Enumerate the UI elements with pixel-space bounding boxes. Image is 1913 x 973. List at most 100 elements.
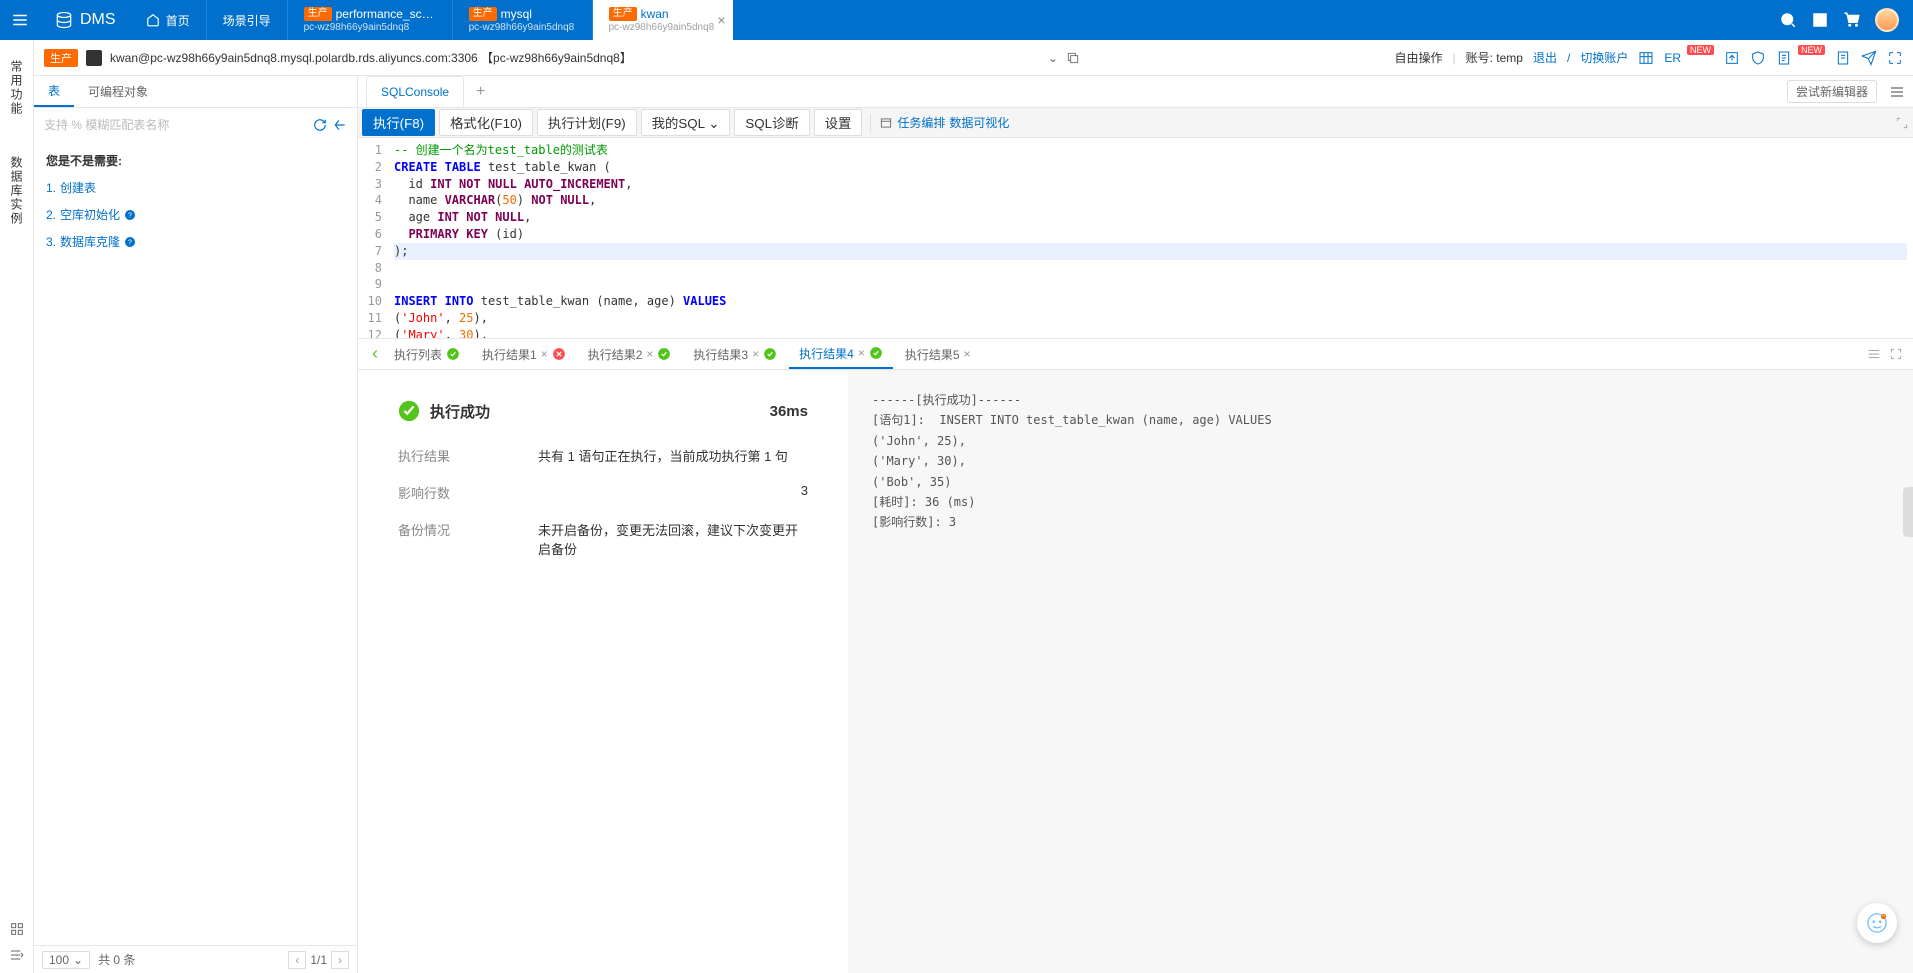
tab-db-sub: pc-wz98h66y9ain5dnq8 bbox=[609, 22, 716, 33]
hamburger-icon bbox=[11, 11, 29, 29]
account-label: 账号: temp bbox=[1466, 49, 1523, 66]
result-log: ------[执行成功]------ [语句1]: INSERT INTO te… bbox=[848, 370, 1913, 973]
list-icon[interactable] bbox=[1835, 50, 1851, 66]
rows-value: 3 bbox=[538, 483, 808, 502]
tab-table[interactable]: 表 bbox=[34, 76, 74, 107]
result-tab-3[interactable]: 执行结果3× bbox=[683, 339, 787, 369]
tab-db-sub: pc-wz98h66y9ain5dnq8 bbox=[304, 22, 436, 33]
left-panel: 表 可编程对象 您是不是需要: 1.创建表 2.空库初始化? 3.数据库克隆? … bbox=[34, 76, 358, 973]
result-tab-list[interactable]: 执行列表 bbox=[384, 339, 470, 369]
side-handle[interactable] bbox=[1903, 487, 1913, 537]
need-item-clone[interactable]: 3.数据库克隆? bbox=[46, 233, 345, 250]
copy-icon[interactable] bbox=[1066, 51, 1080, 65]
menu-icon[interactable] bbox=[1889, 84, 1905, 100]
rail-common[interactable]: 常用功能 bbox=[8, 60, 25, 116]
need-item-create-table[interactable]: 1.创建表 bbox=[46, 179, 345, 196]
result-tab-4[interactable]: 执行结果4× bbox=[789, 339, 893, 369]
left-panel-content: 您是不是需要: 1.创建表 2.空库初始化? 3.数据库克隆? bbox=[34, 142, 357, 270]
collapse-icon[interactable] bbox=[9, 947, 25, 963]
doc-icon[interactable] bbox=[1776, 50, 1792, 66]
next-page-button[interactable]: › bbox=[331, 951, 349, 969]
pager: ‹ 1/1 › bbox=[288, 951, 349, 969]
tab-home-label: 首页 bbox=[166, 12, 190, 29]
db-icon bbox=[86, 50, 102, 66]
home-icon bbox=[146, 13, 160, 27]
right-panel: SQLConsole + 尝试新编辑器 执行(F8) 格式化(F10) 执行计划… bbox=[358, 76, 1913, 973]
search-icon[interactable] bbox=[1779, 11, 1797, 29]
cart-icon[interactable] bbox=[1843, 11, 1861, 29]
editor-code[interactable]: -- 创建一个名为test_table的测试表CREATE TABLE test… bbox=[388, 138, 1913, 338]
close-icon[interactable]: × bbox=[752, 347, 759, 361]
new-badge: NEW bbox=[1798, 45, 1825, 55]
back-icon[interactable] bbox=[333, 118, 347, 132]
close-icon[interactable]: × bbox=[541, 347, 548, 361]
editor-tabs: SQLConsole + 尝试新编辑器 bbox=[358, 76, 1913, 108]
expand-icon[interactable] bbox=[1895, 116, 1909, 130]
chevron-down-icon[interactable]: ⌄ bbox=[1048, 51, 1058, 65]
logo[interactable]: DMS bbox=[40, 10, 130, 30]
check-icon bbox=[657, 347, 671, 361]
refresh-icon[interactable] bbox=[313, 118, 327, 132]
help-icon[interactable]: ? bbox=[124, 236, 136, 248]
need-item-init[interactable]: 2.空库初始化? bbox=[46, 206, 345, 223]
table-icon[interactable] bbox=[1638, 50, 1654, 66]
result-tab-2[interactable]: 执行结果2× bbox=[578, 339, 682, 369]
tab-db-performance[interactable]: 生产performance_schema pc-wz98h66y9ain5dnq… bbox=[288, 0, 453, 40]
close-icon[interactable]: × bbox=[717, 12, 725, 28]
env-badge: 生产 bbox=[469, 7, 497, 21]
tab-home[interactable]: 首页 bbox=[130, 0, 207, 40]
prev-page-button[interactable]: ‹ bbox=[288, 951, 306, 969]
result-tab-1[interactable]: 执行结果1× bbox=[472, 339, 576, 369]
viz-link[interactable]: 数据可视化 bbox=[949, 114, 1009, 131]
format-button[interactable]: 格式化(F10) bbox=[439, 109, 533, 136]
left-panel-footer: 100 ⌄ 共 0 条 ‹ 1/1 › bbox=[34, 945, 357, 973]
task-link[interactable]: 任务编排 bbox=[897, 114, 945, 131]
content: 生产 kwan@pc-wz98h66y9ain5dnq8.mysql.polar… bbox=[34, 40, 1913, 973]
tab-sql-console[interactable]: SQLConsole bbox=[366, 76, 464, 107]
page-size-select[interactable]: 100 ⌄ bbox=[42, 951, 90, 969]
exec-time: 36ms bbox=[770, 403, 808, 420]
tab-db-kwan[interactable]: 生产kwan pc-wz98h66y9ain5dnq8 × bbox=[593, 0, 733, 40]
result-tab-5[interactable]: 执行结果5× bbox=[895, 339, 981, 369]
grid-icon[interactable] bbox=[9, 921, 25, 937]
env-badge: 生产 bbox=[304, 7, 332, 21]
assistant-button[interactable] bbox=[1857, 903, 1897, 943]
diag-button[interactable]: SQL诊断 bbox=[734, 109, 809, 136]
fullscreen-icon[interactable] bbox=[1887, 50, 1903, 66]
help-icon[interactable]: ? bbox=[124, 209, 136, 221]
connection-bar: 生产 kwan@pc-wz98h66y9ain5dnq8.mysql.polar… bbox=[34, 40, 1913, 76]
tab-programmable[interactable]: 可编程对象 bbox=[74, 76, 162, 107]
export-icon[interactable] bbox=[1724, 50, 1740, 66]
tab-db-mysql[interactable]: 生产mysql pc-wz98h66y9ain5dnq8 bbox=[453, 0, 593, 40]
sql-editor[interactable]: 1234567891011121314151617 -- 创建一个名为test_… bbox=[358, 138, 1913, 338]
close-icon[interactable]: × bbox=[964, 347, 971, 361]
try-editor-button[interactable]: 尝试新编辑器 bbox=[1787, 80, 1877, 103]
plan-button[interactable]: 执行计划(F9) bbox=[537, 109, 637, 136]
tab-guide[interactable]: 场景引导 bbox=[207, 0, 288, 40]
switch-link[interactable]: 切换账户 bbox=[1580, 49, 1628, 66]
window-icon[interactable] bbox=[1811, 11, 1829, 29]
chevron-down-icon: ⌄ bbox=[73, 953, 83, 967]
settings-button[interactable]: 设置 bbox=[814, 109, 863, 136]
avatar[interactable] bbox=[1875, 8, 1899, 32]
rail-dbinstance[interactable]: 数据库实例 bbox=[8, 156, 25, 226]
need-label: 您是不是需要: bbox=[46, 152, 345, 169]
search-input[interactable] bbox=[44, 114, 307, 136]
check-icon bbox=[869, 346, 883, 360]
shield-icon[interactable] bbox=[1750, 50, 1766, 66]
send-icon[interactable] bbox=[1861, 50, 1877, 66]
menu-icon[interactable] bbox=[1867, 347, 1881, 361]
run-button[interactable]: 执行(F8) bbox=[362, 109, 435, 136]
table-search bbox=[34, 108, 357, 142]
er-link[interactable]: ER bbox=[1664, 51, 1681, 65]
expand-icon[interactable] bbox=[1889, 347, 1903, 361]
add-tab-button[interactable]: + bbox=[468, 83, 493, 101]
mysql-button[interactable]: 我的SQL ⌄ bbox=[641, 109, 731, 136]
page-indicator: 1/1 bbox=[310, 953, 327, 967]
logout-link[interactable]: 退出 bbox=[1533, 49, 1557, 66]
close-icon[interactable]: × bbox=[646, 347, 653, 361]
menu-button[interactable] bbox=[0, 0, 40, 40]
close-icon[interactable]: × bbox=[858, 346, 865, 360]
back-icon[interactable] bbox=[368, 347, 382, 361]
app-header: DMS 首页 场景引导 生产performance_schema pc-wz98… bbox=[0, 0, 1913, 40]
